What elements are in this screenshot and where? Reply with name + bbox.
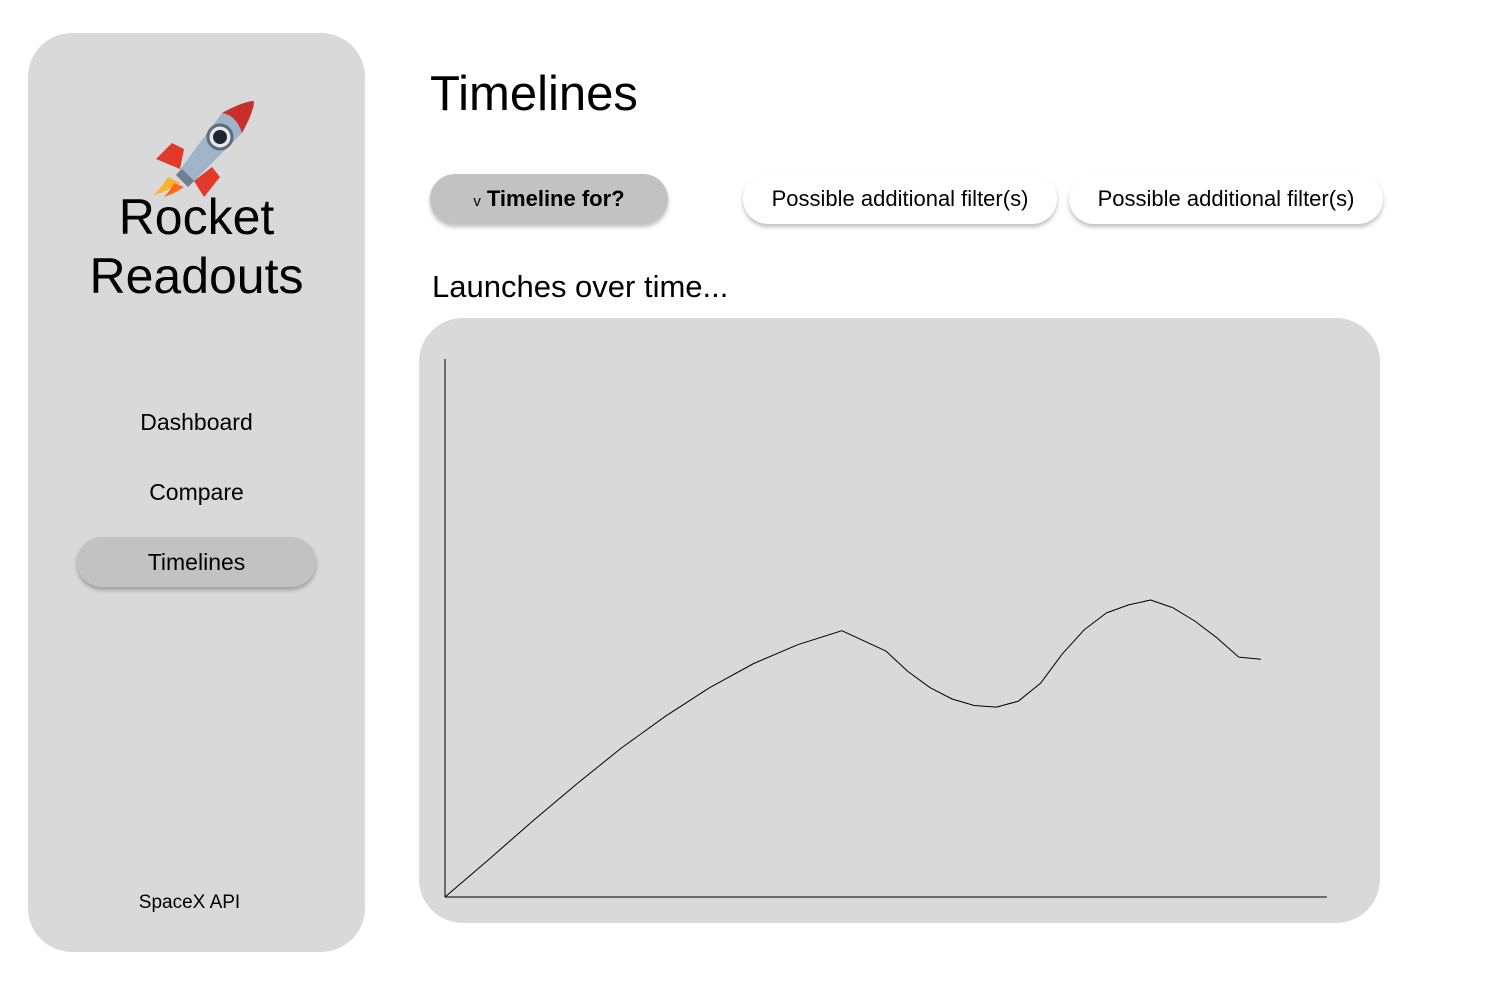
dropdown-caret-icon: v <box>473 193 481 210</box>
dropdown-label: Timeline for? <box>486 186 625 211</box>
nav-item-dashboard[interactable]: Dashboard <box>77 397 316 447</box>
rocket-icon <box>154 101 254 197</box>
chart-panel <box>419 318 1380 923</box>
timeline-for-dropdown[interactable]: v Timeline for? <box>430 174 668 224</box>
brand-title: Rocket Readouts <box>28 188 365 306</box>
chart-heading: Launches over time... <box>432 269 729 304</box>
sidebar-footer: SpaceX API <box>138 892 241 913</box>
brand-line-2: Readouts <box>89 248 304 304</box>
additional-filter-button-1[interactable]: Possible additional filter(s) <box>743 174 1057 224</box>
nav-item-timelines[interactable]: Timelines <box>77 537 316 587</box>
brand-line-1: Rocket <box>118 189 275 245</box>
launches-line-chart <box>444 359 1327 898</box>
page-title: Timelines <box>430 67 638 121</box>
nav-item-compare[interactable]: Compare <box>77 467 316 517</box>
additional-filter-button-2[interactable]: Possible additional filter(s) <box>1069 174 1383 224</box>
series-line-0 <box>444 599 1261 898</box>
page: Rocket Readouts Dashboard Compare Timeli… <box>0 0 1512 982</box>
